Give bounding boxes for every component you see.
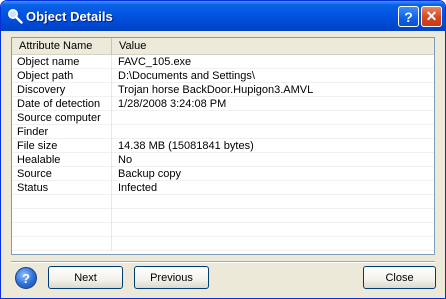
column-header-attribute[interactable]: Attribute Name [12,38,112,55]
attribute-name-cell: Date of detection [12,97,112,111]
attribute-name-cell: Healable [12,153,112,167]
empty-cell [112,209,434,223]
separator [11,261,435,263]
attribute-name-cell: File size [12,139,112,153]
attribute-value-cell: 14.38 MB (15081841 bytes) [118,140,254,152]
attribute-value-cell: 1/28/2008 3:24:08 PM [118,98,227,110]
attribute-name-cell: Finder [12,125,112,139]
window-title: Object Details [26,9,113,24]
titlebar-help-button[interactable]: ? [398,6,419,27]
attribute-value-cell: D:\Documents and Settings\ [118,70,255,82]
previous-button[interactable]: Previous [134,266,209,289]
attribute-name-cell: Object name [12,55,112,69]
empty-row [12,209,434,223]
empty-cell [12,223,112,237]
attribute-value-cell: Infected [118,182,158,194]
table-row[interactable]: Object name FAVC_105.exe [12,55,434,69]
attribute-value-cell: Backup copy [118,168,181,180]
list-rows: Object name FAVC_105.exe Object path D:\Doc… [12,55,434,251]
magnifier-icon [8,9,23,24]
details-list[interactable]: Attribute Name Value Object name FAVC_105… [11,37,435,255]
attribute-value-cell: Trojan horse BackDoor.Hupigon3.AMVL [118,84,314,96]
help-button[interactable]: ? [15,267,37,289]
titlebar-close-button[interactable]: ✕ [421,6,442,27]
empty-cell [112,195,434,209]
table-row[interactable]: Source Backup copy [12,167,434,181]
table-row[interactable]: Discovery Trojan horse BackDoor.Hupigon3.… [12,83,434,97]
attribute-value-cell: No [118,154,133,166]
table-row[interactable]: Finder [12,125,434,139]
table-row[interactable]: Object path D:\Documents and Settings\ [12,69,434,83]
empty-cell [112,237,434,251]
empty-cell [112,223,434,237]
title-bar[interactable]: Object Details ? ✕ [1,1,445,31]
empty-cell [12,237,112,251]
empty-row [12,237,434,251]
attribute-name-cell: Object path [12,69,112,83]
close-button[interactable]: Close [363,266,436,289]
attribute-name-cell: Discovery [12,83,112,97]
table-row[interactable]: Source computer [12,111,434,125]
empty-cell [12,195,112,209]
table-row[interactable]: Status Infected [12,181,434,195]
table-row[interactable]: Date of detection 1/28/2008 3:24:08 PM [12,97,434,111]
dialog-body: Attribute Name Value Object name FAVC_105… [4,31,442,297]
table-row[interactable]: Healable No [12,153,434,167]
list-header: Attribute Name Value [12,38,434,55]
object-details-window: Object Details ? ✕ Attribute Name Value … [0,0,446,299]
attribute-value-cell: FAVC_105.exe [118,56,192,68]
empty-cell [12,209,112,223]
empty-row [12,195,434,209]
empty-row [12,223,434,237]
attribute-name-cell: Source computer [12,111,112,125]
attribute-name-cell: Source [12,167,112,181]
next-button[interactable]: Next [48,266,123,289]
table-row[interactable]: File size 14.38 MB (15081841 bytes) [12,139,434,153]
column-header-value[interactable]: Value [112,38,434,55]
attribute-name-cell: Status [12,181,112,195]
